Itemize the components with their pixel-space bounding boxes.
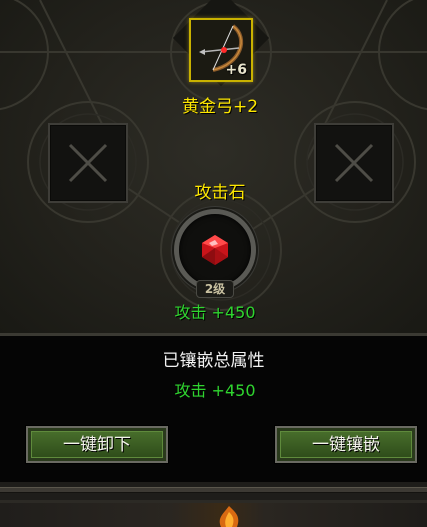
x-mark-icon	[334, 143, 374, 183]
equipment-slot[interactable]: +6	[189, 18, 253, 82]
summary-title: 已镶嵌总属性	[162, 351, 265, 371]
flame-icon	[219, 506, 239, 527]
summary-stat: 攻击 +450	[174, 381, 256, 400]
gem-level-badge: 2级	[196, 280, 234, 298]
inlay-all-label: 一键镶嵌	[280, 431, 412, 458]
inlay-all-button[interactable]: 一键镶嵌	[275, 426, 417, 463]
unload-all-button[interactable]: 一键卸下	[26, 426, 168, 463]
gem-inlay-panel: +6 黄金弓+2 攻击石 2级 攻击 +450 已镶嵌总属性 攻击 +450 一…	[0, 0, 427, 527]
background-scene	[0, 503, 427, 527]
red-gem-icon	[202, 235, 228, 265]
x-mark-icon	[68, 143, 108, 183]
gem-slot-right[interactable]	[314, 123, 394, 203]
unload-all-label: 一键卸下	[31, 431, 163, 458]
gem-stat: 攻击 +450	[174, 303, 256, 322]
equipment-name: 黄金弓+2	[181, 97, 259, 117]
bottom-frame-border	[0, 487, 427, 493]
gem-name: 攻击石	[194, 183, 246, 203]
gem-slot-center[interactable]	[174, 209, 256, 291]
inlay-area: +6 黄金弓+2 攻击石 2级 攻击 +450	[0, 0, 427, 335]
gem-slot-left[interactable]	[48, 123, 128, 203]
equipment-level-badge: +6	[225, 62, 247, 78]
